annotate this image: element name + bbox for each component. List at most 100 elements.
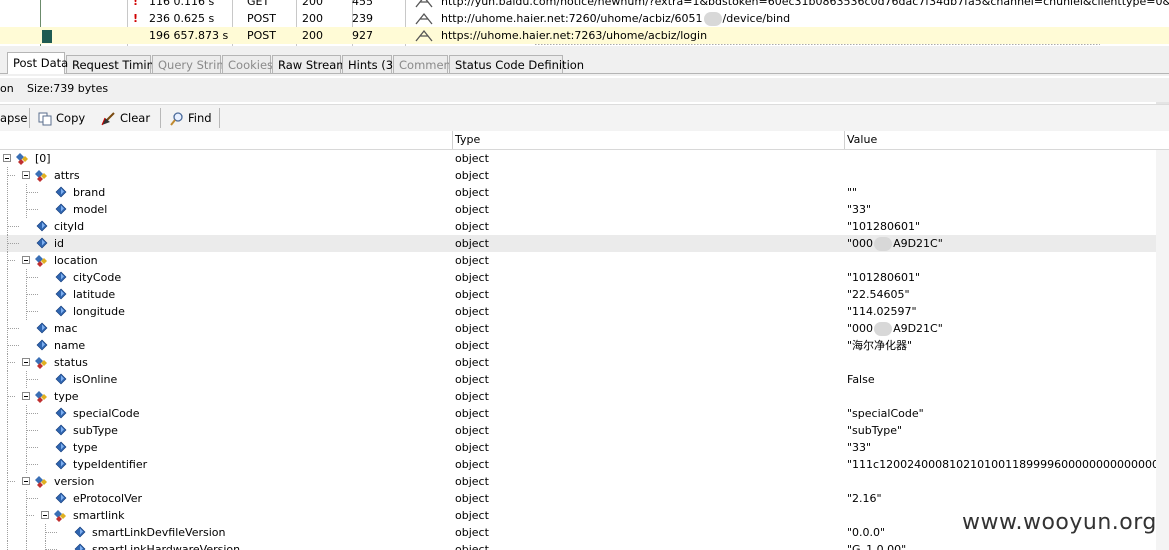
session-size: 455 bbox=[352, 0, 373, 8]
tree-row[interactable]: type object "33" bbox=[0, 439, 1169, 456]
watermark: www.wooyun.org bbox=[962, 510, 1157, 535]
tree-row[interactable]: status object bbox=[0, 354, 1169, 371]
tree-row[interactable]: longitude object "114.02597" bbox=[0, 303, 1169, 320]
tree-row[interactable]: id object "000 A9D21C" bbox=[0, 235, 1169, 252]
value-node-icon bbox=[55, 424, 67, 436]
tree-row[interactable]: model object "33" bbox=[0, 201, 1169, 218]
collapse-toggle[interactable] bbox=[3, 154, 11, 162]
session-url: http://yun.baidu.com/notice/newnum/?extr… bbox=[441, 0, 1169, 8]
tree-row[interactable]: specialCode object "specialCode" bbox=[0, 405, 1169, 422]
tree-connector bbox=[26, 524, 27, 541]
column-header-type[interactable]: Type bbox=[455, 131, 480, 149]
node-name: latitude bbox=[73, 288, 116, 301]
collapse-toggle[interactable] bbox=[22, 477, 30, 485]
session-status: 200 bbox=[302, 12, 323, 25]
node-name: status bbox=[54, 356, 88, 369]
node-type: object bbox=[455, 203, 489, 216]
session-row[interactable]: ! 116 0.116 s GET 200 455 http://yun.baidu.co… bbox=[0, 0, 1169, 10]
json-tree[interactable]: [0] object attrs object brand object "" model ob… bbox=[0, 150, 1169, 550]
tree-connector bbox=[7, 507, 8, 524]
tree-connector bbox=[27, 192, 39, 193]
node-name: eProtocolVer bbox=[73, 492, 143, 505]
collapse-toggle[interactable] bbox=[22, 392, 30, 400]
tree-row[interactable]: attrs object bbox=[0, 167, 1169, 184]
object-node-icon bbox=[54, 510, 66, 522]
tree-connector bbox=[8, 328, 20, 329]
request-arrow-icon bbox=[415, 0, 433, 8]
tab-raw-stream[interactable]: Raw Stream bbox=[272, 55, 347, 73]
tab-status-code-definition[interactable]: Status Code Definition bbox=[449, 55, 584, 73]
tree-row[interactable]: typeIdentifier object "111c120024000810210… bbox=[0, 456, 1169, 473]
copy-label: Copy bbox=[56, 111, 86, 125]
node-value: False bbox=[847, 373, 875, 386]
copy-icon bbox=[38, 112, 52, 125]
copy-button[interactable]: Copy bbox=[38, 109, 85, 127]
node-type: object bbox=[455, 254, 489, 267]
tree-row[interactable]: version object bbox=[0, 473, 1169, 490]
tab-cookies[interactable]: Cookies bbox=[222, 55, 273, 73]
toolbar: apse Copy Clear Find bbox=[0, 104, 1169, 132]
collapse-toggle[interactable] bbox=[41, 511, 49, 519]
tab-request-timing[interactable]: Request Timing bbox=[66, 55, 161, 73]
node-type: object bbox=[455, 407, 489, 420]
session-url-part: http://uhome.haier.net:7260/uhome/acbiz/… bbox=[441, 12, 703, 25]
tree-connector bbox=[27, 209, 39, 210]
node-name: brand bbox=[73, 186, 106, 199]
node-type: object bbox=[455, 356, 489, 369]
node-type: object bbox=[455, 424, 489, 437]
tab-post-data[interactable]: Post Data bbox=[7, 52, 68, 74]
tree-row[interactable]: [0] object bbox=[0, 150, 1169, 167]
session-list[interactable]: ! 116 0.116 s GET 200 455 http://yun.baidu.co… bbox=[0, 0, 1169, 46]
tab-hints-3[interactable]: Hints (3) bbox=[342, 55, 398, 73]
node-name: attrs bbox=[54, 169, 80, 182]
tree-row[interactable]: subType object "subType" bbox=[0, 422, 1169, 439]
tree-row[interactable]: mac object "000 A9D21C" bbox=[0, 320, 1169, 337]
find-button[interactable]: Find bbox=[170, 109, 212, 127]
tree-connector bbox=[27, 413, 39, 414]
node-name: mac bbox=[54, 322, 78, 335]
node-type: object bbox=[455, 305, 489, 318]
value-node-icon bbox=[74, 543, 86, 550]
session-row[interactable]: ! 236 0.625 s POST 200 239 http://uhome.haier… bbox=[0, 10, 1169, 27]
tree-row[interactable]: eProtocolVer object "2.16" bbox=[0, 490, 1169, 507]
tree-connector bbox=[8, 243, 20, 244]
session-status: 200 bbox=[302, 0, 323, 8]
tree-row[interactable]: cityCode object "101280601" bbox=[0, 269, 1169, 286]
node-type: object bbox=[455, 322, 489, 335]
tree-row[interactable]: type object bbox=[0, 388, 1169, 405]
tree-connector bbox=[27, 464, 39, 465]
session-row[interactable]: 196 657.873 s POST 200 927 https://uhome.hai… bbox=[0, 27, 1169, 44]
tree-connector bbox=[27, 311, 39, 312]
node-type: object bbox=[455, 543, 489, 550]
collapse-button[interactable]: apse bbox=[0, 109, 27, 127]
collapse-toggle[interactable] bbox=[22, 171, 30, 179]
column-header-value[interactable]: Value bbox=[847, 131, 877, 149]
collapse-toggle[interactable] bbox=[22, 256, 30, 264]
tab-query-string[interactable]: Query String bbox=[152, 55, 231, 73]
tree-connector bbox=[8, 396, 16, 397]
tree-row[interactable]: cityId object "101280601" bbox=[0, 218, 1169, 235]
tree-connector bbox=[8, 362, 16, 363]
object-node-icon bbox=[35, 170, 47, 182]
tree-row[interactable]: brand object "" bbox=[0, 184, 1169, 201]
tree-row[interactable]: isOnline object False bbox=[0, 371, 1169, 388]
session-url-part: /device/bind bbox=[722, 12, 791, 25]
session-status: 200 bbox=[302, 29, 323, 42]
clear-button[interactable]: Clear bbox=[100, 109, 150, 127]
tree-connector bbox=[27, 515, 35, 516]
tab-comment[interactable]: Comment bbox=[393, 55, 455, 73]
tree-row[interactable]: smartLinkHardwareVersion object "G_1.0.00" bbox=[0, 541, 1169, 550]
collapse-toggle[interactable] bbox=[22, 358, 30, 366]
tree-connector bbox=[8, 345, 20, 346]
clear-label: Clear bbox=[120, 111, 151, 125]
session-indicator bbox=[42, 30, 52, 43]
grid-header: Type Value bbox=[0, 131, 1169, 150]
request-arrow-icon bbox=[415, 29, 433, 42]
tree-row[interactable]: latitude object "22.54605" bbox=[0, 286, 1169, 303]
value-node-icon bbox=[36, 339, 48, 351]
value-node-icon bbox=[36, 322, 48, 334]
vertical-scrollbar[interactable] bbox=[1156, 150, 1169, 550]
tree-row[interactable]: name object "海尔净化器" bbox=[0, 337, 1169, 354]
tree-row[interactable]: location object bbox=[0, 252, 1169, 269]
tree-connector bbox=[7, 286, 8, 303]
